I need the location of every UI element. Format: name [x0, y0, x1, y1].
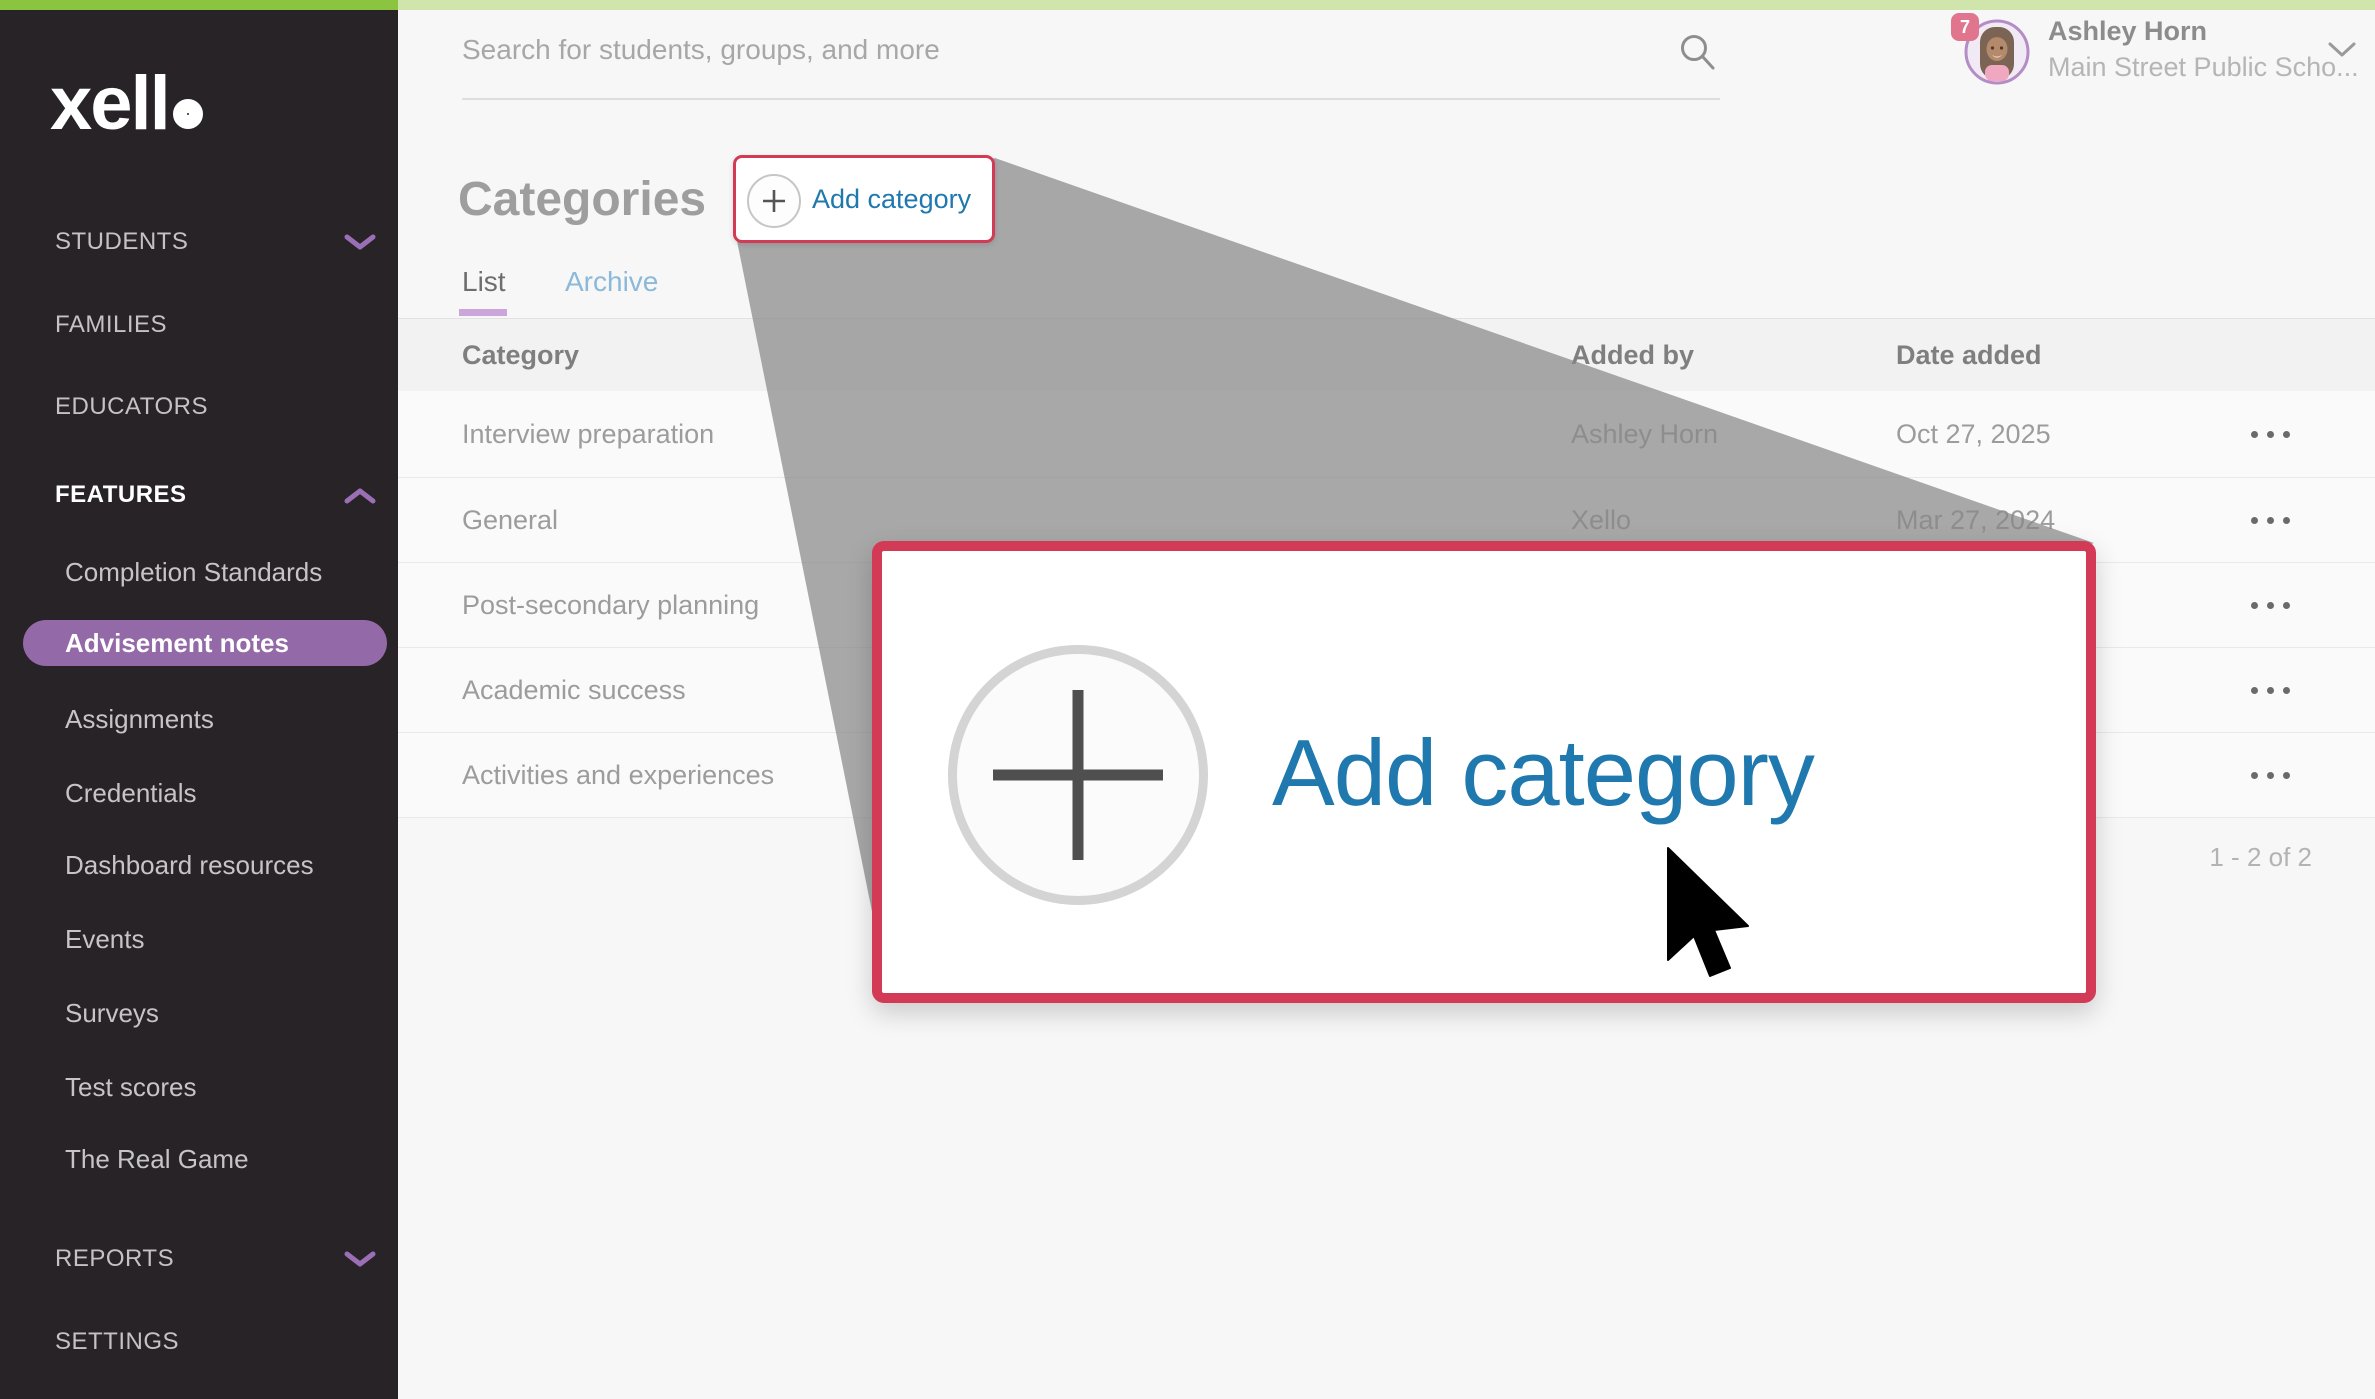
add-category-label-zoomed: Add category: [1272, 719, 1814, 827]
row-actions-menu[interactable]: [2230, 391, 2310, 477]
plus-icon: [747, 174, 801, 228]
sidebar-item-label: STUDENTS: [55, 228, 188, 255]
cell-date-added: Oct 27, 2025: [1896, 391, 2051, 477]
user-school: Main Street Public Scho...: [2048, 52, 2359, 83]
sidebar-item-students[interactable]: STUDENTS: [55, 224, 188, 260]
sidebar-item-label: FAMILIES: [55, 311, 167, 338]
user-name: Ashley Horn: [2048, 16, 2207, 47]
notification-badge: 7: [1951, 13, 1979, 41]
active-tab-indicator: [459, 309, 507, 316]
sidebar-item-label: Assignments: [65, 704, 214, 734]
sidebar-item-label: Events: [65, 924, 145, 954]
chevron-down-icon: [2328, 41, 2356, 59]
sidebar-item-label: EDUCATORS: [55, 393, 208, 420]
sidebar: xell STUDENTS FAMILIES EDUCATORS FEATURE…: [0, 10, 398, 1399]
chevron-down-icon: [344, 1251, 376, 1268]
sidebar-item-events[interactable]: Events: [65, 921, 145, 957]
sidebar-item-label: The Real Game: [65, 1144, 249, 1174]
search-icon[interactable]: [1678, 32, 1718, 74]
tab-list[interactable]: List: [462, 266, 506, 298]
sidebar-item-surveys[interactable]: Surveys: [65, 995, 159, 1031]
sidebar-item-assignments[interactable]: Assignments: [65, 701, 214, 737]
sidebar-item-credentials[interactable]: Credentials: [65, 775, 197, 811]
sidebar-item-label: Dashboard resources: [65, 850, 314, 880]
topbar-accent-left: [0, 0, 398, 10]
cell-category: Activities and experiences: [462, 733, 774, 817]
tab-label: List: [462, 266, 506, 297]
table-row: Interview preparation Ashley Horn Oct 27…: [398, 391, 2375, 478]
add-category-label: Add category: [812, 158, 971, 240]
sidebar-item-label: Credentials: [65, 778, 197, 808]
sidebar-item-label: Test scores: [65, 1072, 197, 1102]
sidebar-item-label: FEATURES: [55, 481, 187, 508]
zoom-callout: Add category: [872, 541, 2096, 1003]
sidebar-item-label: REPORTS: [55, 1245, 174, 1272]
tab-archive[interactable]: Archive: [565, 266, 658, 298]
column-header-category: Category: [462, 319, 579, 391]
row-actions-menu[interactable]: [2230, 563, 2310, 647]
search-underline: [462, 98, 1720, 100]
row-actions-menu[interactable]: [2230, 478, 2310, 562]
cell-category: Post-secondary planning: [462, 563, 759, 647]
pagination-label: 1 - 2 of 2: [2160, 842, 2312, 873]
column-header-date-added: Date added: [1896, 319, 2042, 391]
sidebar-item-completion-standards[interactable]: Completion Standards: [65, 554, 322, 590]
sidebar-item-dashboard-resources[interactable]: Dashboard resources: [65, 847, 314, 883]
sidebar-item-label: SETTINGS: [55, 1328, 179, 1355]
sidebar-item-test-scores[interactable]: Test scores: [65, 1069, 197, 1105]
chevron-up-icon: [344, 487, 376, 504]
sidebar-item-the-real-game[interactable]: The Real Game: [65, 1141, 249, 1177]
page-title: Categories: [458, 172, 706, 227]
chevron-down-icon: [344, 234, 376, 251]
search-input[interactable]: [462, 22, 1662, 78]
app-root: xell STUDENTS FAMILIES EDUCATORS FEATURE…: [0, 0, 2375, 1399]
column-header-added-by: Added by: [1571, 319, 1694, 391]
plus-icon: [948, 645, 1208, 905]
table-header: Category Added by Date added: [398, 319, 2375, 391]
cell-category: General: [462, 478, 558, 562]
sidebar-item-educators[interactable]: EDUCATORS: [55, 389, 208, 425]
cell-added-by: Ashley Horn: [1571, 391, 1718, 477]
logo-text: xell: [50, 61, 169, 146]
logo-o-icon: [173, 99, 203, 129]
sidebar-item-settings[interactable]: SETTINGS: [55, 1324, 179, 1360]
user-menu[interactable]: 7 Ashley Horn Main Street Public Scho...: [1940, 8, 2360, 98]
cell-category: Interview preparation: [462, 391, 714, 477]
sidebar-item-label: Surveys: [65, 998, 159, 1028]
cell-category: Academic success: [462, 648, 686, 732]
sidebar-item-label: Advisement notes: [65, 628, 289, 658]
sidebar-item-label: Completion Standards: [65, 557, 322, 587]
cursor-icon: [1662, 846, 1774, 998]
xello-logo[interactable]: xell: [50, 60, 203, 147]
add-category-button[interactable]: Add category: [733, 155, 995, 243]
tab-label: Archive: [565, 266, 658, 297]
sidebar-item-advisement-notes[interactable]: Advisement notes: [23, 620, 387, 666]
sidebar-item-features[interactable]: FEATURES: [55, 477, 187, 513]
sidebar-item-families[interactable]: FAMILIES: [55, 307, 167, 343]
row-actions-menu[interactable]: [2230, 648, 2310, 732]
row-actions-menu[interactable]: [2230, 733, 2310, 817]
sidebar-item-reports[interactable]: REPORTS: [55, 1241, 174, 1277]
